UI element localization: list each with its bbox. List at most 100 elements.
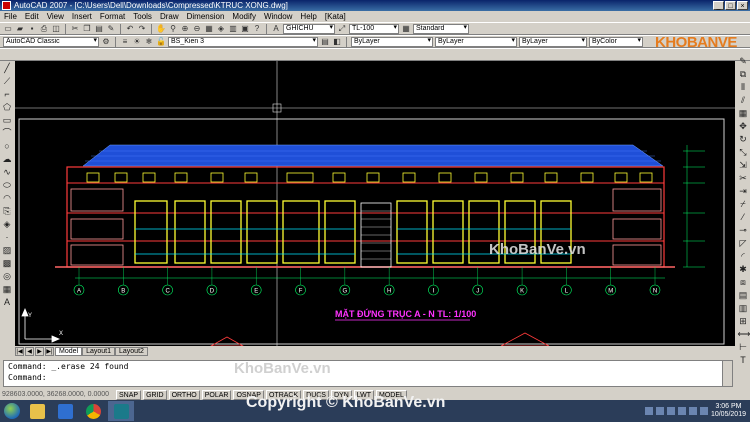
menu-window[interactable]: Window (264, 11, 292, 22)
tool-palettes-icon[interactable]: ▥ (228, 24, 238, 34)
tray-icon-2[interactable] (655, 407, 664, 415)
table-style-icon[interactable]: ▦ (401, 24, 411, 34)
dim-style-select[interactable]: TL-100 (349, 23, 399, 34)
zoom-window-icon[interactable]: ⊕ (180, 24, 190, 34)
insert-block-icon[interactable]: ⎘ (2, 206, 13, 217)
tab-layout1[interactable]: Layout1 (82, 346, 115, 356)
text-style-icon[interactable]: A (271, 24, 281, 34)
taskbar-media[interactable] (52, 401, 78, 421)
dimension-icon[interactable]: ⊢ (738, 342, 749, 353)
taskbar-chrome[interactable] (80, 401, 106, 421)
menu-help[interactable]: Help (300, 11, 316, 22)
tab-model[interactable]: Model (55, 346, 83, 356)
rectangle-icon[interactable]: ▭ (2, 115, 13, 126)
hatch-icon[interactable]: ▨ (2, 245, 13, 256)
command-window[interactable]: Command: _.erase 24 found Command: KhoBa… (3, 360, 733, 387)
minimize-button[interactable]: _ (713, 1, 724, 10)
dim-style-icon[interactable]: ⤢ (337, 24, 347, 34)
copy-icon[interactable]: ❐ (82, 24, 92, 34)
point-icon[interactable]: · (2, 232, 13, 243)
open-folder-icon[interactable]: ▰ (15, 24, 25, 34)
start-button[interactable] (0, 400, 24, 422)
menu-insert[interactable]: Insert (72, 11, 92, 22)
rotate-icon[interactable]: ↻ (738, 134, 749, 145)
tab-layout2[interactable]: Layout2 (115, 346, 148, 356)
plotstyle-select[interactable]: ByColor (589, 36, 643, 47)
ortho-toggle[interactable]: ORTHO (168, 389, 200, 400)
copy-object-icon[interactable]: ⧉ (738, 69, 749, 80)
next-tab-button[interactable]: ▶ (35, 346, 44, 356)
snap-toggle[interactable]: SNAP (116, 389, 142, 400)
tray-icon-4[interactable] (677, 407, 686, 415)
make-block-icon[interactable]: ◈ (2, 219, 13, 230)
calculator-icon[interactable]: ▣ (240, 24, 250, 34)
menu-draw[interactable]: Draw (160, 11, 179, 22)
erase-icon[interactable]: ✎ (738, 56, 749, 67)
layer-select[interactable]: BS_Kien 3 (168, 36, 318, 47)
help-icon[interactable]: ? (252, 24, 262, 34)
cut-icon[interactable]: ✂ (70, 24, 80, 34)
break-icon[interactable]: ⁄ (738, 212, 749, 223)
maximize-button[interactable]: □ (725, 1, 736, 10)
menu-edit[interactable]: Edit (25, 11, 39, 22)
properties-icon[interactable]: ▦ (204, 24, 214, 34)
chamfer-icon[interactable]: ◸ (738, 238, 749, 249)
scale-icon[interactable]: ⤡ (738, 147, 749, 158)
text-style-select[interactable]: GHICHU (283, 23, 335, 34)
join-icon[interactable]: ⊸ (738, 225, 749, 236)
trim-icon[interactable]: ✂ (738, 173, 749, 184)
command-scrollbar[interactable] (722, 361, 732, 386)
polyline-icon[interactable]: ⌐ (2, 89, 13, 100)
preview-icon[interactable]: ◫ (51, 24, 61, 34)
fillet-icon[interactable]: ◜ (738, 251, 749, 262)
ellipse-arc-icon[interactable]: ◠ (2, 193, 13, 204)
model-space-canvas[interactable]: A B C D E F G H I J K L M N MẶT ĐỨNG TRỤC A - N TL: 1… (15, 61, 735, 346)
zoom-realtime-icon[interactable]: ⚲ (168, 24, 178, 34)
linetype-select[interactable]: ByLayer (435, 36, 517, 47)
table-icon[interactable]: ▦ (2, 284, 13, 295)
first-tab-button[interactable]: |◀ (15, 346, 24, 356)
explode-icon[interactable]: ✱ (738, 264, 749, 275)
redo-icon[interactable]: ↷ (137, 24, 147, 34)
array-icon[interactable]: ▦ (738, 108, 749, 119)
save-icon[interactable]: ▪ (27, 24, 37, 34)
menu-kata[interactable]: [Kata] (325, 11, 346, 22)
layer-lock-icon[interactable]: 🔓 (156, 37, 166, 47)
menu-modify[interactable]: Modify (232, 11, 256, 22)
polar-toggle[interactable]: POLAR (201, 389, 232, 400)
properties-palette-icon[interactable]: ▤ (738, 290, 749, 301)
undo-icon[interactable]: ↶ (125, 24, 135, 34)
taskbar-autocad[interactable] (108, 401, 134, 421)
color-select[interactable]: ByLayer (351, 36, 433, 47)
zoom-previous-icon[interactable]: ⊖ (192, 24, 202, 34)
region-icon[interactable]: ◎ (2, 271, 13, 282)
draworder-icon[interactable]: ⧈ (738, 277, 749, 288)
clock[interactable]: 3:06 PM 10/05/2019 (711, 403, 746, 419)
workspace-settings-icon[interactable]: ⚙ (101, 37, 111, 47)
ellipse-icon[interactable]: ⬭ (2, 180, 13, 191)
construction-line-icon[interactable]: ⟋ (2, 76, 13, 87)
new-file-icon[interactable]: ▭ (3, 24, 13, 34)
offset-icon[interactable]: ⫽ (738, 95, 749, 106)
workspace-select[interactable]: AutoCAD Classic (3, 36, 99, 47)
quick-select-icon[interactable]: ⊞ (738, 316, 749, 327)
match-properties-icon[interactable]: ✎ (106, 24, 116, 34)
menu-view[interactable]: View (47, 11, 64, 22)
volume-icon[interactable] (699, 407, 708, 415)
table-style-select[interactable]: Standard (413, 23, 469, 34)
taskbar-explorer[interactable] (24, 401, 50, 421)
circle-icon[interactable]: ○ (2, 141, 13, 152)
layer-on-icon[interactable]: ☀ (132, 37, 142, 47)
print-icon[interactable]: ⎙ (39, 24, 49, 34)
gradient-icon[interactable]: ▩ (2, 258, 13, 269)
break-at-point-icon[interactable]: ⌿ (738, 199, 749, 210)
mirror-icon[interactable]: ⫴ (738, 82, 749, 93)
layer-freeze-icon[interactable]: ❄ (144, 37, 154, 47)
line-icon[interactable]: ╱ (2, 63, 13, 74)
arc-icon[interactable]: ⌒ (2, 128, 13, 139)
command-prompt[interactable]: Command: (8, 372, 732, 383)
menu-file[interactable]: File (4, 11, 17, 22)
menu-dimension[interactable]: Dimension (187, 11, 225, 22)
paste-icon[interactable]: ▤ (94, 24, 104, 34)
tray-icon-1[interactable] (644, 407, 653, 415)
